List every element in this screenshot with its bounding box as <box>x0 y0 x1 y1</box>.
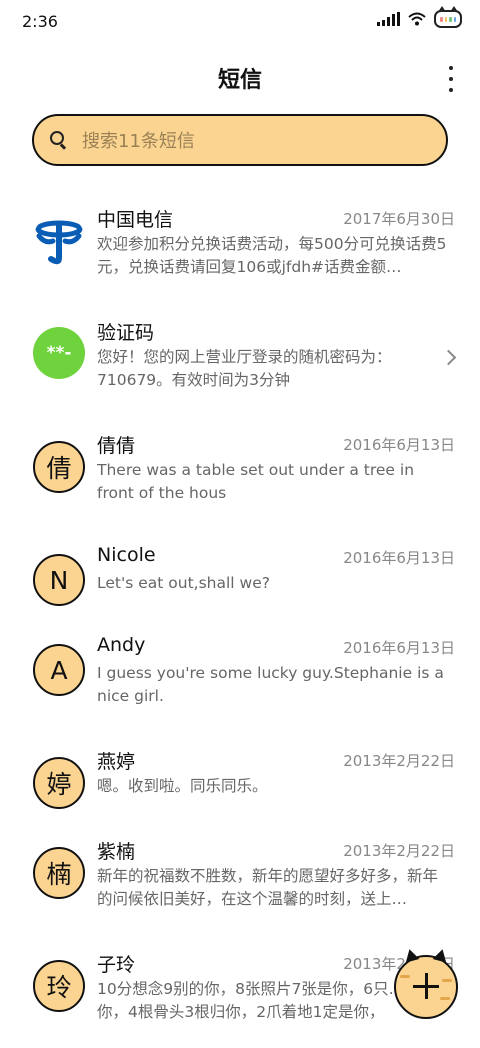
message-date: 2013年2月22日 <box>343 842 455 860</box>
message-snippet: 嗯。收到啦。同乐同乐。 <box>97 777 268 795</box>
more-options-button[interactable] <box>444 66 458 92</box>
message-snippet: 您好！您的网上营业厅登录的随机密码为：710679。有效时间为3分钟 <box>97 348 392 389</box>
message-date: 2017年6月30日 <box>343 210 455 228</box>
message-date: 2016年6月13日 <box>343 436 455 454</box>
avatar-text: 楠 <box>46 860 72 889</box>
conversation-row[interactable]: 中国电信 2017年6月30日 欢迎参加积分兑换话费活动，每500分可兑换话费5… <box>0 190 480 303</box>
avatar: 婷 <box>33 757 85 809</box>
conversation-row[interactable]: A Andy 2016年6月13日 I guess you're some lu… <box>0 619 480 732</box>
conversation-row[interactable]: 婷 燕婷 2013年2月22日 嗯。收到啦。同乐同乐。 <box>0 732 480 822</box>
contact-name: 子玲 <box>97 954 136 976</box>
status-icons <box>377 6 462 28</box>
contact-name: 燕婷 <box>97 751 136 773</box>
contact-name: 中国电信 <box>97 209 174 231</box>
conversation-row[interactable]: 倩 倩倩 2016年6月13日 There was a table set ou… <box>0 416 480 529</box>
compose-button[interactable] <box>394 947 458 1019</box>
avatar-text: N <box>49 565 69 595</box>
wifi-icon <box>408 12 426 26</box>
avatar-text: 婷 <box>46 770 72 799</box>
avatar-text: 玲 <box>46 973 72 1002</box>
verification-avatar: **- <box>33 327 85 379</box>
message-snippet: 欢迎参加积分兑换话费活动，每500分可兑换话费5元，兑换话费请回复106或jfd… <box>97 235 447 276</box>
message-snippet: There was a table set out under a tree i… <box>97 461 415 502</box>
avatar-text: A <box>50 655 68 685</box>
message-date: 2016年6月13日 <box>343 549 455 567</box>
contact-name: 倩倩 <box>97 435 136 457</box>
contact-name: 紫楠 <box>97 841 136 863</box>
conversation-row[interactable]: **- 验证码 您好！您的网上营业厅登录的随机密码为：710679。有效时间为3… <box>0 303 480 416</box>
message-snippet: 新年的祝福数不胜数，新年的愿望好多好多，新年的问候依旧美好，在这个温馨的时刻，送… <box>97 867 439 908</box>
conversation-list: 中国电信 2017年6月30日 欢迎参加积分兑换话费活动，每500分可兑换话费5… <box>0 190 480 1048</box>
search-icon <box>50 131 68 150</box>
message-snippet: Let's eat out,shall we? <box>97 574 270 592</box>
avatar: 楠 <box>33 847 85 899</box>
contact-name: Andy <box>97 634 146 656</box>
contact-name: 验证码 <box>97 322 155 344</box>
conversation-row[interactable]: N Nicole 2016年6月13日 Let's eat out,shall … <box>0 529 480 619</box>
search-input[interactable]: 搜索11条短信 <box>82 127 195 153</box>
message-snippet: I guess you're some lucky guy.Stephanie … <box>97 664 444 705</box>
china-telecom-logo-icon <box>35 220 83 265</box>
title-bar: 短信 <box>0 52 480 104</box>
message-date: 2016年6月13日 <box>343 639 455 657</box>
avatar: 倩 <box>33 441 85 493</box>
contact-name: Nicole <box>97 544 156 566</box>
message-date: 2013年2月22日 <box>343 752 455 770</box>
search-bar[interactable]: 搜索11条短信 <box>32 114 448 166</box>
conversation-row[interactable]: 楠 紫楠 2013年2月22日 新年的祝福数不胜数，新年的愿望好多好多，新年的问… <box>0 822 480 935</box>
avatar: N <box>33 554 85 606</box>
more-vertical-icon <box>449 66 453 70</box>
avatar: A <box>33 644 85 696</box>
avatar-text: **- <box>46 343 72 363</box>
avatar-text: 倩 <box>46 454 72 483</box>
status-time: 2:36 <box>22 12 58 31</box>
status-bar: 2:36 <box>0 0 480 44</box>
battery-icon <box>434 6 462 28</box>
signal-icon <box>377 12 400 26</box>
page-title: 短信 <box>217 68 262 93</box>
avatar: 玲 <box>33 960 85 1012</box>
